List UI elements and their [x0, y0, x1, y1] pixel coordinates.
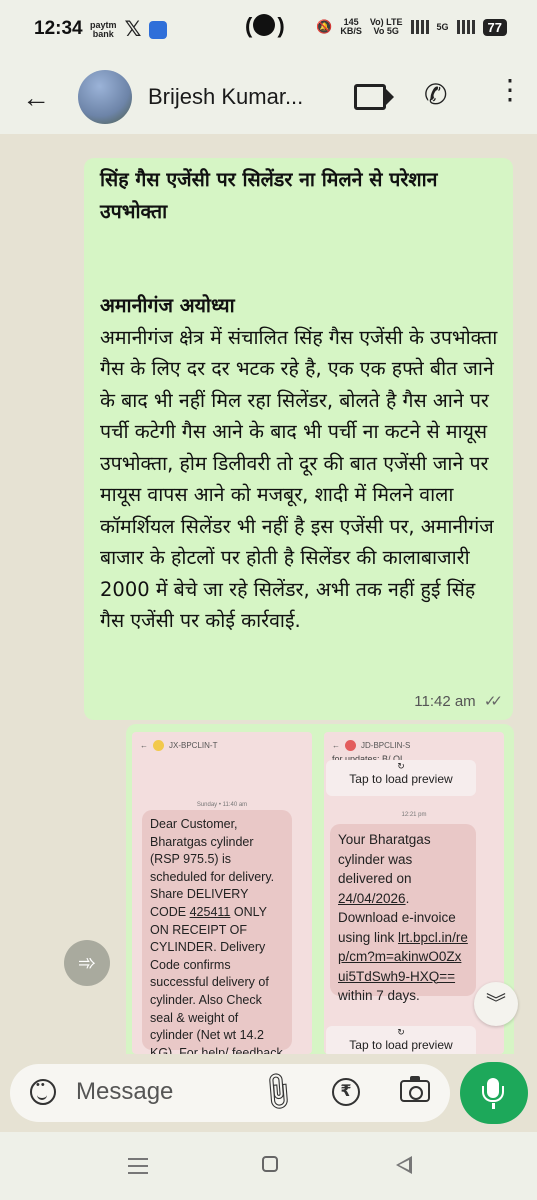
net-type: 5G [436, 21, 449, 32]
sms-sender: JD-BPCLIN-S [361, 740, 411, 750]
screenshot-image-left[interactable]: ← JX-BPCLIN-T Sunday • 11:40 am Dear Cus… [132, 732, 312, 1054]
home-icon[interactable] [262, 1156, 278, 1172]
contact-name[interactable]: Brijesh Kumar... [148, 84, 303, 110]
battery-indicator: 77 [482, 18, 507, 36]
message-heading: सिंह गैस एजेंसी पर सिलेंडर ना मिलने से प… [100, 168, 438, 223]
sms-text: Dear Customer, Bharatgas cylinder (RSP 9… [150, 817, 275, 919]
read-ticks-icon: ✓✓ [483, 693, 503, 710]
more-vert-icon[interactable]: ⋮ [496, 76, 524, 104]
sender-avatar-icon [153, 739, 164, 751]
system-nav-bar [0, 1132, 537, 1200]
x-app-icon: 𝕏 [124, 18, 142, 41]
composer: 📎︎ ₹ [0, 1054, 537, 1132]
message-time: 11:42 am [414, 693, 476, 710]
arrow-left-icon[interactable]: ← [22, 82, 50, 114]
forward-icon[interactable]: ➾ [64, 940, 110, 986]
message-meta: 11:42 am ✓✓ [414, 692, 503, 710]
emoji-sticker-icon[interactable] [30, 1079, 56, 1105]
tap-to-load-preview: ↻ Tap to load preview [326, 760, 476, 796]
mute-icon: 🔕 [316, 19, 333, 34]
refresh-icon: ↻ [397, 761, 405, 771]
recent-apps-icon[interactable] [128, 1158, 148, 1174]
message-input[interactable] [76, 1078, 236, 1106]
camera-icon[interactable] [400, 1076, 430, 1102]
net-speed: 145 KB/S [340, 17, 362, 36]
message-bubble[interactable]: सिंह गैस एजेंसी पर सिलेंडर ना मिलने से प… [84, 158, 513, 720]
tap-to-load-preview-2: ↻ Tap to load preview [326, 1026, 476, 1054]
status-time: 12:34 [34, 18, 83, 39]
sms-text-rest: ONLY ON RECEIPT OF CYLINDER. Delivery Co… [150, 904, 283, 1054]
back-triangle-icon[interactable] [396, 1156, 412, 1174]
sms-bubble: Dear Customer, Bharatgas cylinder (RSP 9… [142, 810, 292, 1054]
volte-indicator: Vo) LTE Vo 5G [369, 17, 403, 36]
sms-date: Sunday • 11:40 am [196, 802, 248, 808]
sms-text-rest: within 7 days. [338, 988, 420, 1003]
sms-time: 12:21 pm [401, 812, 427, 818]
back-arrow-icon: ← [140, 740, 148, 750]
delivery-code: 425411 [189, 904, 231, 919]
sms-bubble: Your Bharatgas cylinder was delivered on… [330, 824, 476, 1003]
sms-header: ← JX-BPCLIN-T [132, 732, 312, 758]
status-bar: 12:34 paytm bank 𝕏 () 🔕 145 KB/S Vo) LTE Vo… [0, 0, 537, 62]
refresh-icon: ↻ [397, 1027, 405, 1037]
phone-icon[interactable]: ✆ [424, 78, 447, 111]
avatar[interactable] [78, 70, 132, 124]
signal-icon-2 [456, 20, 475, 34]
back-arrow-icon: ← [332, 740, 340, 750]
video-call-icon[interactable] [354, 84, 394, 110]
message-body: अमानीगंज क्षेत्र में संचालित सिंह गैस एज… [100, 325, 498, 633]
mic-icon [482, 1078, 504, 1109]
message-location: अमानीगंज अयोध्या [100, 294, 235, 317]
sender-avatar-icon [345, 739, 356, 751]
mic-button[interactable] [460, 1062, 528, 1124]
image-message[interactable]: ← JX-BPCLIN-T Sunday • 11:40 am Dear Cus… [126, 724, 514, 1054]
sms-text: Your Bharatgas cylinder was delivered on [338, 832, 431, 886]
status-right: 🔕 145 KB/S Vo) LTE Vo 5G 5G 77 [316, 18, 507, 36]
paperclip-icon[interactable]: 📎︎ [254, 1067, 302, 1115]
hotspot-icon: () [245, 13, 285, 38]
sms-date-link: 24/04/2026 [338, 890, 406, 906]
message-composer: 📎︎ ₹ [10, 1064, 450, 1122]
signal-icon [410, 20, 429, 34]
chat-header: ← Brijesh Kumar... ✆ ⋮ [0, 62, 537, 134]
status-notification-icons: paytm bank 𝕏 [90, 17, 168, 42]
app-notification-icon [149, 20, 168, 39]
chat-area[interactable]: सिंह गैस एजेंसी पर सिलेंडर ना मिलने से प… [0, 134, 537, 1054]
rupee-icon[interactable]: ₹ [332, 1078, 360, 1106]
paytm-icon: paytm bank [90, 19, 117, 39]
sms-sender: JX-BPCLIN-T [169, 740, 218, 750]
chevron-double-down-icon[interactable]: ︾ [474, 982, 518, 1026]
